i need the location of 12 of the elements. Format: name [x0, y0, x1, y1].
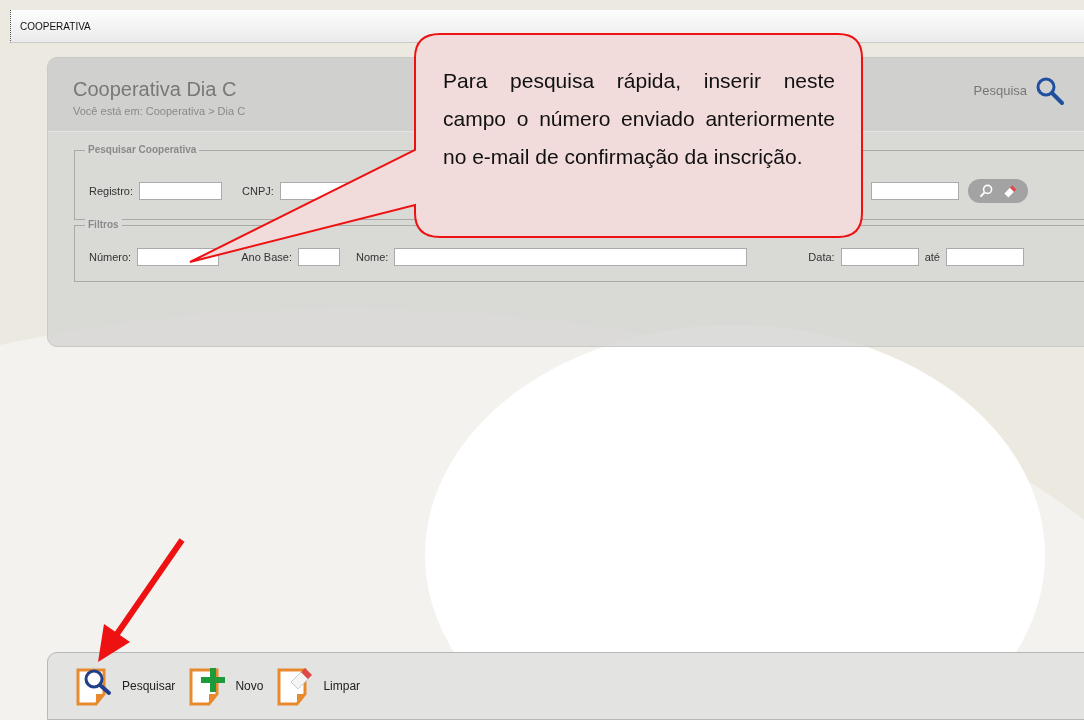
field-label: CNPJ:	[242, 185, 274, 197]
breadcrumb: Você está em: Cooperativa > Dia C	[73, 105, 246, 117]
field-label: Número:	[89, 250, 132, 263]
field-label: até	[924, 250, 940, 263]
field-label: Nome:	[355, 250, 389, 263]
fieldset-legend: Filtros	[85, 219, 122, 230]
field-label: Registro:	[89, 185, 134, 197]
field-label: Data:	[808, 250, 835, 263]
callout-text: Para pesquisa rápida, inserir neste campo o número enviado anteriormente no e-mail de confirmação da inscrição.	[443, 68, 835, 170]
fieldset-legend: Pesquisar Cooperativa	[85, 144, 200, 155]
field-label: Ano Base:	[241, 250, 292, 263]
page-title: Cooperativa Dia C	[73, 78, 238, 101]
